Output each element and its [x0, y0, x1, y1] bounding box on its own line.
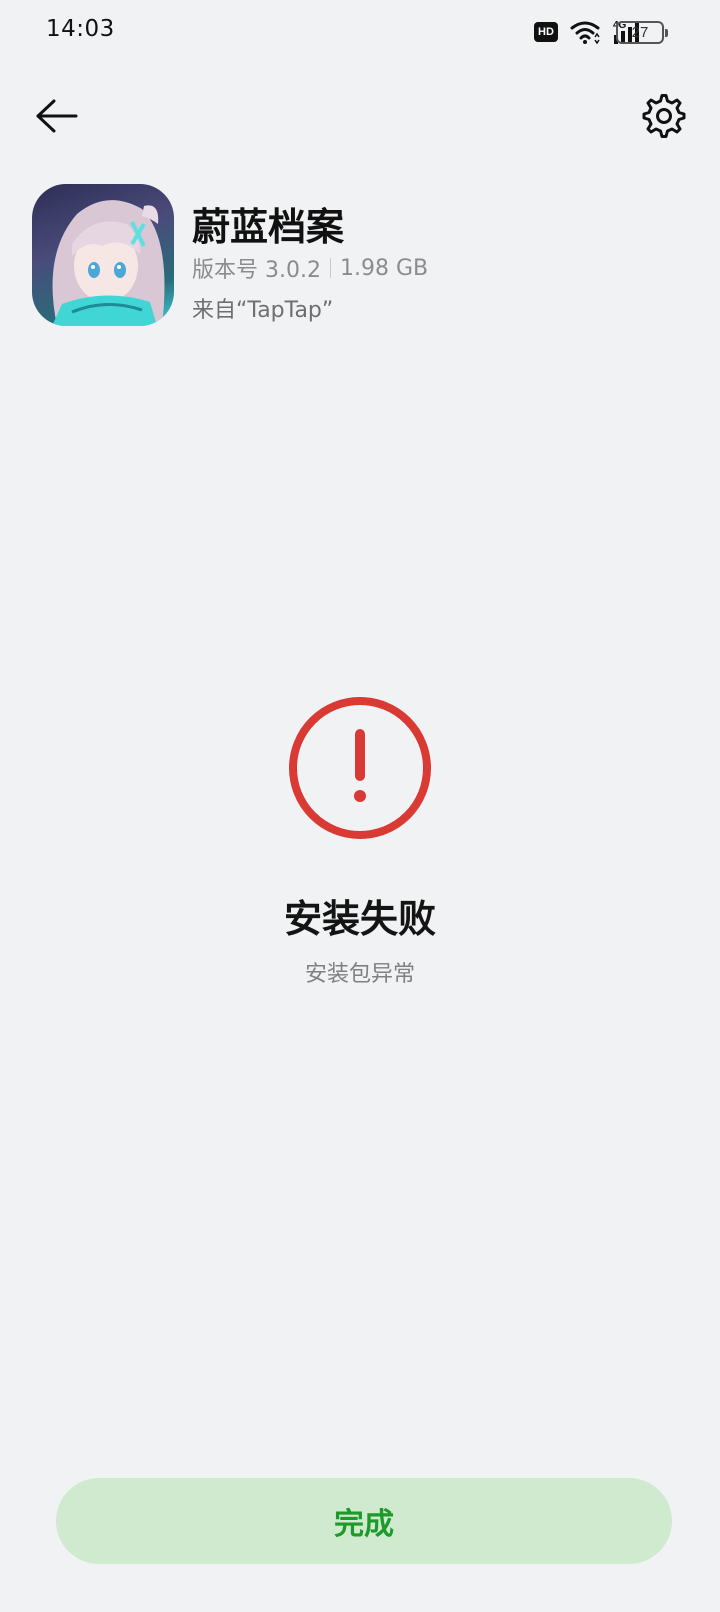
arrow-left-icon	[36, 99, 78, 133]
app-version: 版本号 3.0.2	[192, 258, 321, 283]
wifi-icon	[570, 21, 600, 44]
app-size: 1.98 GB	[339, 255, 429, 281]
app-meta: 版本号 3.0.2 1.98 GB	[192, 252, 428, 284]
back-button[interactable]	[28, 88, 84, 144]
status-time: 14:03	[46, 16, 115, 42]
result-title: 安装失败	[283, 897, 436, 941]
app-name: 蔚蓝档案	[192, 205, 345, 249]
gear-icon	[642, 94, 686, 138]
result-subtitle: 安装包异常	[304, 962, 415, 987]
battery-level: 27	[631, 24, 649, 41]
app-artwork-icon	[52, 200, 165, 326]
error-exclamation-icon	[289, 697, 431, 839]
done-button[interactable]: 完成	[56, 1478, 672, 1564]
meta-divider	[329, 258, 331, 278]
install-result-screen: 14:03 HD 4G 27 蔚蓝档案 版本号 3.0.2 1.98 GB 来自…	[0, 0, 720, 1612]
app-source: 来自“TapTap”	[192, 298, 334, 323]
app-icon	[32, 184, 174, 326]
battery-indicator: 27	[616, 21, 668, 44]
settings-button[interactable]	[636, 88, 692, 144]
status-bar: 14:03 HD 4G 27	[0, 0, 720, 64]
hd-icon: HD	[534, 22, 558, 42]
